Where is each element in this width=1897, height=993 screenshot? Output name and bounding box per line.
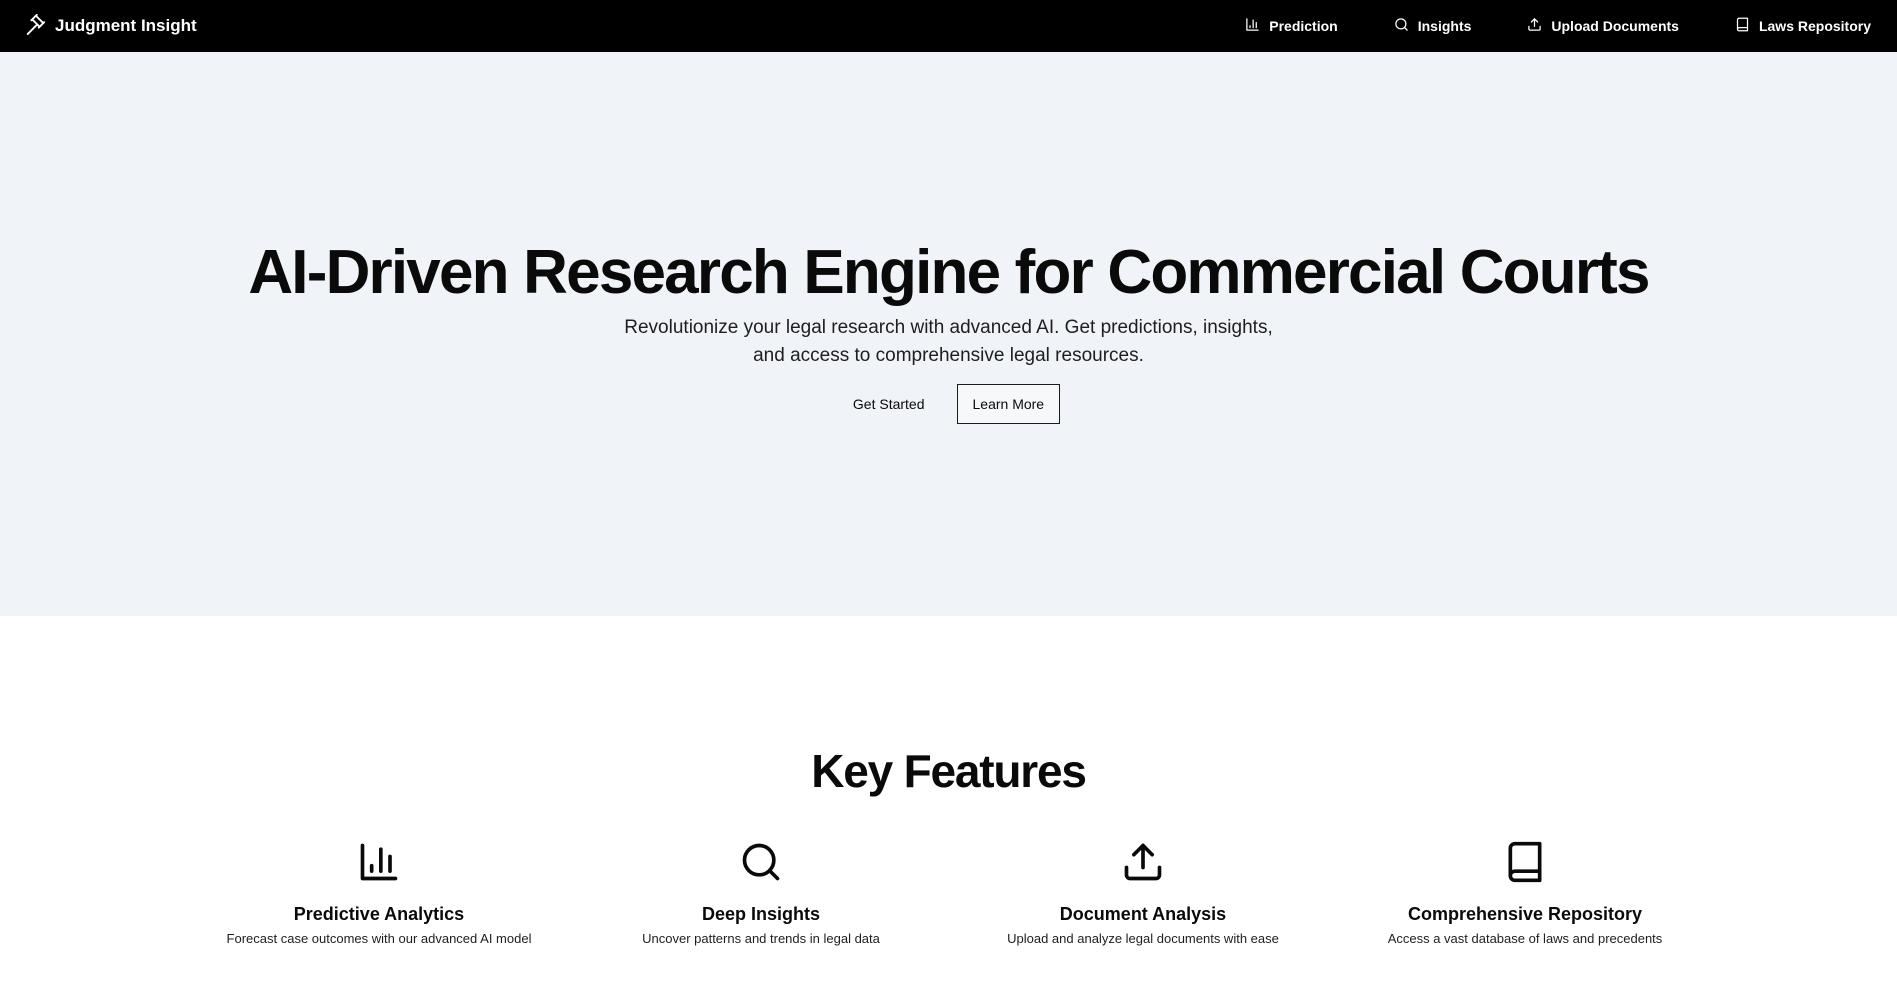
feature-title: Comprehensive Repository [1407,904,1643,924]
nav-link-label: Prediction [1269,18,1338,34]
feature-card-predictive-analytics: Predictive Analytics Forecast case outco… [189,838,569,946]
nav-link-label: Upload Documents [1551,18,1679,34]
learn-more-button[interactable]: Learn More [956,384,1061,424]
brand-name: Judgment Insight [55,16,197,35]
book-icon [1503,838,1547,886]
nav-link-label: Laws Repository [1758,18,1871,34]
upload-icon [1527,17,1542,35]
nav-link-label: Insights [1417,18,1472,34]
brand-link[interactable]: Judgment Insight [24,13,197,40]
top-nav: Judgment Insight Prediction Insights Upl… [0,0,1897,52]
nav-links: Prediction Insights Upload Documents Law… [1245,17,1871,35]
feature-description: Uncover patterns and trends in legal dat… [642,931,880,946]
gavel-icon [24,13,46,40]
features-title: Key Features [811,745,1087,797]
feature-description: Upload and analyze legal documents with … [1007,931,1279,946]
feature-card-comprehensive-repository: Comprehensive Repository Access a vast d… [1335,838,1715,946]
book-icon [1735,17,1750,35]
hero-title: AI-Driven Research Engine for Commercial… [248,238,1650,307]
nav-link-upload-documents[interactable]: Upload Documents [1527,17,1679,35]
feature-title: Predictive Analytics [293,904,465,924]
search-icon [1394,17,1409,35]
nav-link-laws-repository[interactable]: Laws Repository [1735,17,1871,35]
upload-icon [1121,838,1165,886]
search-icon [739,838,783,886]
hero-subtitle: Revolutionize your legal research with a… [589,314,1309,370]
bar-chart-icon [1245,17,1260,35]
hero-section: AI-Driven Research Engine for Commercial… [0,52,1897,616]
feature-description: Forecast case outcomes with our advanced… [226,931,532,946]
feature-title: Deep Insights [701,904,821,924]
hero-buttons: Get Started Learn More [0,384,1897,424]
feature-card-deep-insights: Deep Insights Uncover patterns and trend… [571,838,951,946]
feature-title: Document Analysis [1059,904,1227,924]
feature-card-document-analysis: Document Analysis Upload and analyze leg… [953,838,1333,946]
hero-subtitle-line-2: and access to comprehensive legal resour… [753,345,1144,366]
get-started-button[interactable]: Get Started [837,384,941,424]
nav-link-insights[interactable]: Insights [1394,17,1472,35]
hero-subtitle-line-1: Revolutionize your legal research with a… [624,317,1273,338]
feature-description: Access a vast database of laws and prece… [1387,931,1663,946]
bar-chart-icon [357,838,401,886]
nav-link-prediction[interactable]: Prediction [1245,17,1338,35]
